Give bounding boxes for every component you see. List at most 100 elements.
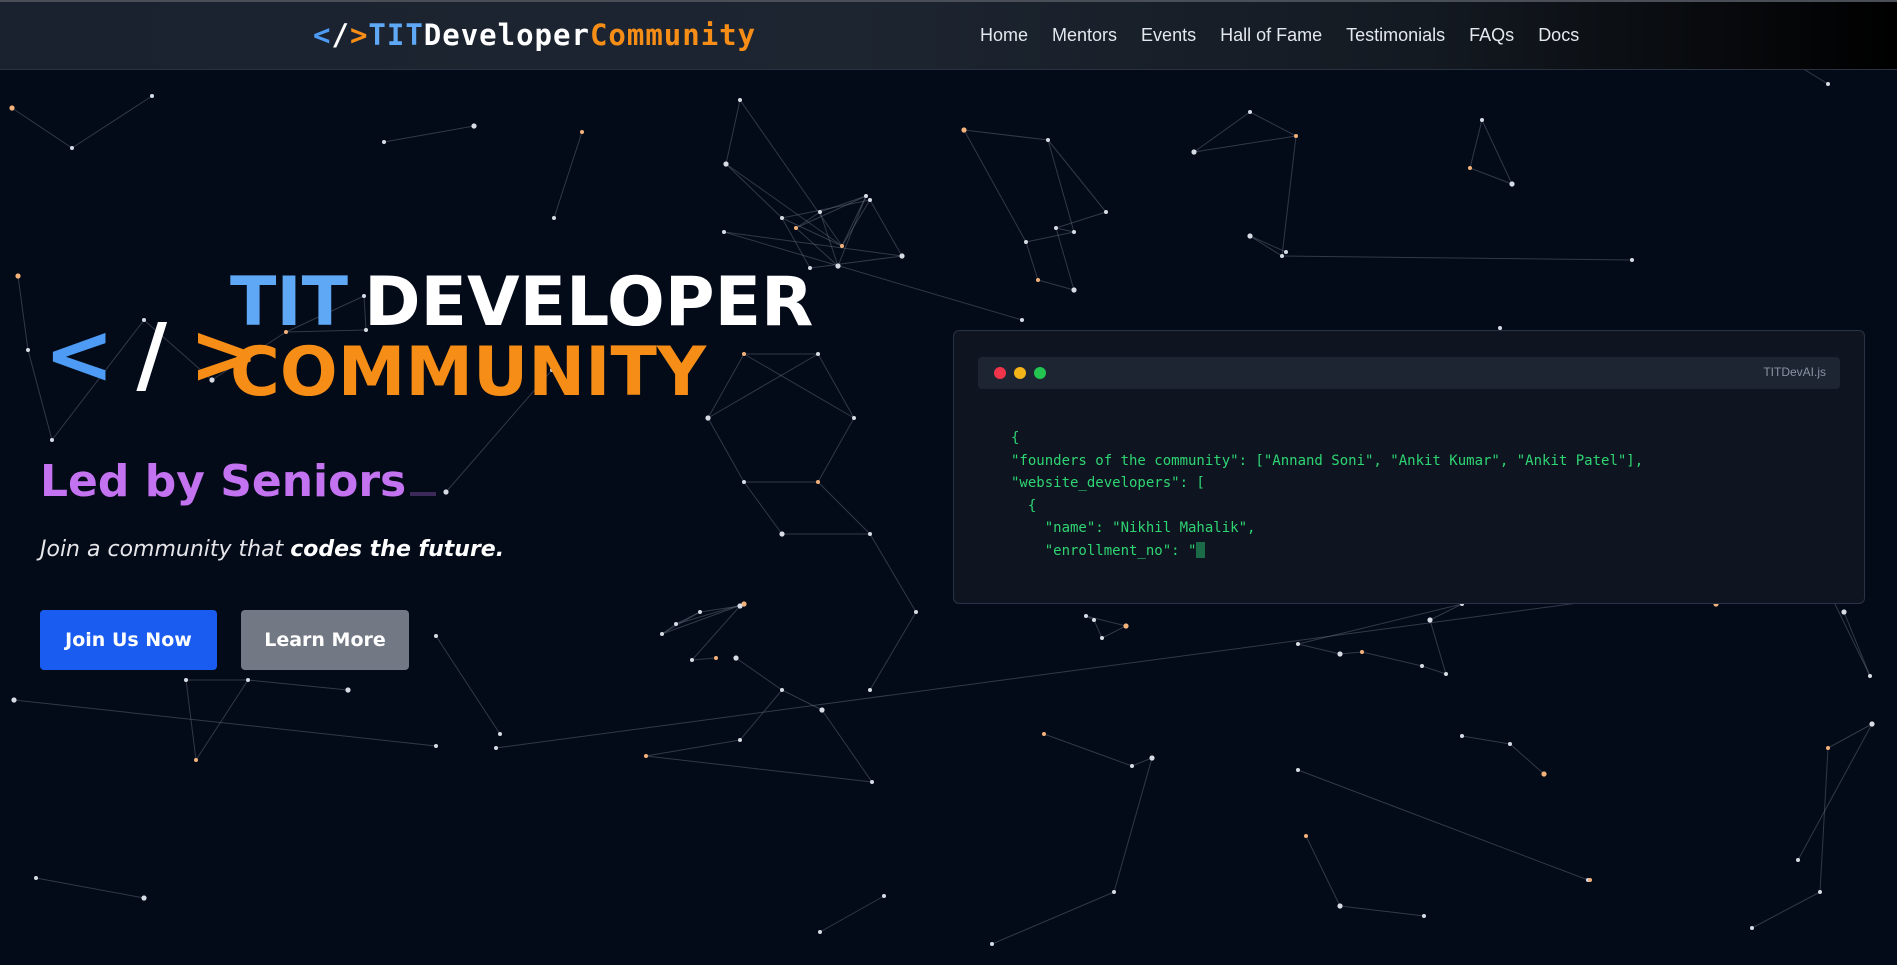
network-node <box>1460 734 1464 738</box>
network-line <box>495 595 1631 749</box>
site-logo[interactable]: </>TITDeveloperCommunity <box>313 18 756 52</box>
network-line <box>781 217 843 247</box>
network-node <box>1054 226 1058 230</box>
network-node <box>705 415 711 421</box>
network-node <box>1868 674 1872 678</box>
nav-link-docs[interactable]: Docs <box>1538 25 1579 46</box>
network-node <box>738 98 742 102</box>
network-line <box>247 679 349 691</box>
network-node <box>660 632 664 636</box>
network-line <box>1751 891 1821 929</box>
join-us-now-button[interactable]: Join Us Now <box>40 610 217 670</box>
network-node <box>794 226 798 230</box>
network-line <box>707 417 745 483</box>
network-node <box>990 942 994 946</box>
nav-link-home[interactable]: Home <box>980 25 1028 46</box>
network-line <box>819 895 885 933</box>
network-node <box>722 230 726 234</box>
network-node <box>733 655 739 661</box>
network-node <box>864 194 868 198</box>
network-node <box>1092 618 1096 622</box>
network-line <box>11 107 73 149</box>
network-node <box>1123 623 1129 629</box>
network-node <box>1149 755 1155 761</box>
network-line <box>1101 625 1127 639</box>
network-node <box>434 744 438 748</box>
tagline-text: Led by Seniors <box>40 456 407 507</box>
network-node <box>780 216 784 220</box>
logo-bracket-close: > <box>349 18 369 52</box>
network-node <box>818 930 822 934</box>
logo-slash: / <box>331 18 350 52</box>
network-node <box>1630 258 1634 262</box>
hero-title-tit: TIT <box>230 263 349 342</box>
network-node <box>1247 233 1253 239</box>
network-line <box>743 481 783 535</box>
network-node <box>1541 771 1547 777</box>
hero-title: TIT DEVELOPER COMMUNITY <box>230 268 829 408</box>
network-line <box>735 657 783 691</box>
network-node <box>1750 926 1754 930</box>
network-line <box>13 699 437 747</box>
network-node <box>868 532 872 536</box>
code-line: { <box>1011 497 1037 514</box>
network-node <box>1468 166 1472 170</box>
network-node <box>1100 636 1104 640</box>
network-node <box>961 127 967 133</box>
network-node <box>1280 254 1284 258</box>
network-line <box>1025 231 1075 243</box>
network-node <box>498 732 502 736</box>
network-node <box>471 123 477 129</box>
nav-link-faqs[interactable]: FAQs <box>1469 25 1514 46</box>
network-line <box>553 131 583 219</box>
hero-tagline: Led by Seniors <box>40 456 437 507</box>
network-line <box>991 891 1115 945</box>
network-line <box>1297 603 1463 645</box>
network-line <box>963 129 1049 141</box>
code-filename: TITDevAI.js <box>1763 365 1826 379</box>
network-node <box>1427 617 1433 623</box>
network-node <box>345 687 351 693</box>
network-line <box>645 755 873 783</box>
network-node <box>644 754 648 758</box>
nav-link-hall-of-fame[interactable]: Hall of Fame <box>1220 25 1322 46</box>
network-line <box>1297 643 1341 655</box>
logo-text-developer: Developer <box>423 18 590 52</box>
hero-title-developer: DEVELOPER <box>364 263 814 342</box>
network-node <box>1841 609 1847 615</box>
network-line <box>841 199 871 247</box>
network-line <box>17 275 29 351</box>
subtitle-text: Join a community that <box>40 537 291 562</box>
code-line: { <box>1011 430 1020 446</box>
network-line <box>723 231 903 257</box>
network-node <box>1072 230 1076 234</box>
subtitle-emphasis: codes the future. <box>290 537 505 562</box>
text-caret <box>1196 541 1206 558</box>
network-line <box>817 417 855 483</box>
navbar: </>TITDeveloperCommunity Home Mentors Ev… <box>0 0 1897 70</box>
network-line <box>1249 235 1287 253</box>
logo-bracket-open: < <box>313 18 332 52</box>
network-node <box>899 253 905 259</box>
network-node <box>868 198 872 202</box>
network-node <box>835 263 841 269</box>
network-node <box>1796 858 1800 862</box>
network-line <box>1429 619 1447 675</box>
code-line-last: "enrollment_no": " <box>1011 540 1643 563</box>
nav-link-testimonials[interactable]: Testimonials <box>1346 25 1445 46</box>
network-node <box>443 489 449 495</box>
network-line <box>869 199 903 257</box>
network-line <box>725 163 843 247</box>
network-node <box>246 678 250 682</box>
network-node <box>914 610 918 614</box>
logo-text-tit: TIT <box>368 18 424 52</box>
network-line <box>725 99 741 165</box>
network-node <box>1296 642 1300 646</box>
network-line <box>1249 111 1297 137</box>
network-node <box>742 480 746 484</box>
network-line <box>1281 255 1633 261</box>
nav-link-mentors[interactable]: Mentors <box>1052 25 1117 46</box>
learn-more-button[interactable]: Learn More <box>241 610 409 670</box>
nav-link-events[interactable]: Events <box>1141 25 1196 46</box>
network-node <box>150 94 154 98</box>
